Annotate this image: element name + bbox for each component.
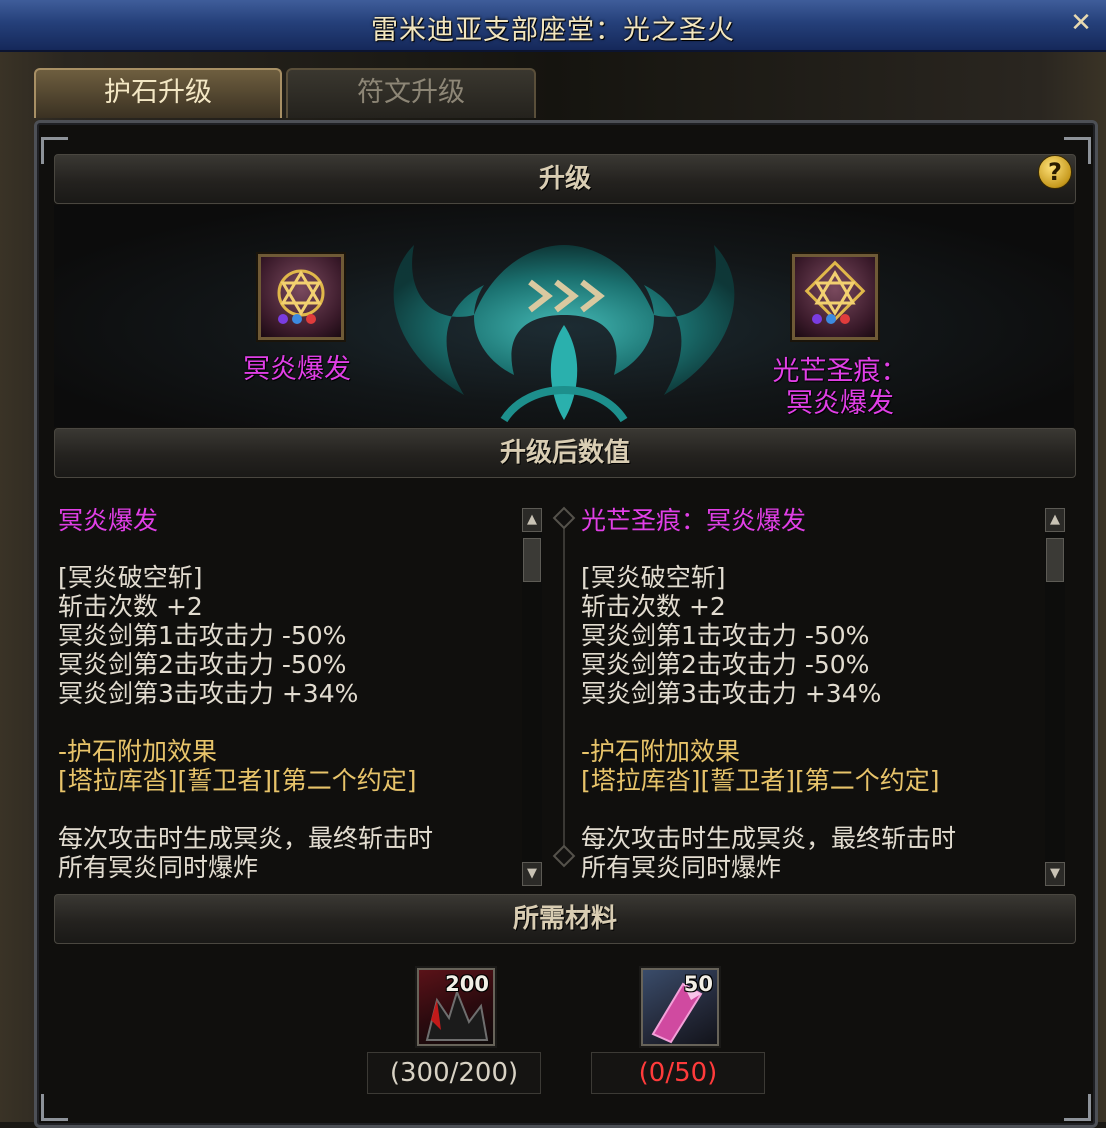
stat-line: 冥炎剑第1击攻击力 -50% — [581, 621, 870, 650]
close-icon[interactable]: ✕ — [1068, 10, 1094, 36]
stat-line: 冥炎剑第3击攻击力 +34% — [58, 679, 359, 708]
upgrade-arrow-icon — [528, 279, 605, 313]
stat-line: 冥炎剑第2击攻击力 -50% — [581, 650, 870, 679]
stat-line: [冥炎破空斩] — [581, 563, 726, 592]
scroll-thumb[interactable] — [1046, 538, 1064, 582]
tab-rune-upgrade[interactable]: 符文升级 — [286, 68, 536, 118]
bonus-title: -护石附加效果 — [58, 737, 218, 766]
stats-upgraded-title: 光芒圣痕：冥炎爆发 — [581, 506, 807, 535]
title-bar: 雷米迪亚支部座堂：光之圣火 ✕ — [0, 0, 1106, 52]
target-talisman-icon[interactable] — [792, 254, 878, 340]
stat-line: [冥炎破空斩] — [58, 563, 203, 592]
stat-line: 冥炎剑第1击攻击力 -50% — [58, 621, 347, 650]
bonus-set: [塔拉库沓][誓卫者][第二个约定] — [58, 766, 417, 795]
emblem-decoration — [393, 245, 735, 423]
target-talisman-name-line2: 冥炎爆发 — [786, 388, 894, 419]
window-title: 雷米迪亚支部座堂：光之圣火 — [371, 15, 735, 46]
target-talisman-name: 光芒圣痕： 冥炎爆发 — [740, 356, 940, 420]
scroll-up-icon[interactable]: ▲ — [1045, 508, 1065, 532]
desc-line: 所有冥炎同时爆炸 — [581, 853, 782, 882]
stats-current: 冥炎爆发 [冥炎破空斩] 斩击次数 +2 冥炎剑第1击攻击力 -50% 冥炎剑第… — [58, 506, 528, 906]
scroll-thumb[interactable] — [523, 538, 541, 582]
scroll-up-icon[interactable]: ▲ — [522, 508, 542, 532]
tab-talisman-upgrade[interactable]: 护石升级 — [34, 68, 282, 118]
scroll-down-icon[interactable]: ▼ — [522, 862, 542, 886]
help-icon[interactable]: ? — [1038, 155, 1072, 189]
bonus-title: -护石附加效果 — [581, 737, 741, 766]
stat-line: 冥炎剑第3击攻击力 +34% — [581, 679, 882, 708]
stat-line: 斩击次数 +2 — [581, 592, 726, 621]
desc-line: 所有冥炎同时爆炸 — [58, 853, 259, 882]
section-header-materials: 所需材料 — [54, 894, 1076, 944]
section-header-after-values: 升级后数值 — [54, 428, 1076, 478]
material-count: 200 — [445, 972, 489, 996]
stats-current-scrollbar[interactable]: ▲ ▼ — [522, 508, 542, 886]
bonus-set: [塔拉库沓][誓卫者][第二个约定] — [581, 766, 940, 795]
source-talisman-name: 冥炎爆发 — [243, 354, 351, 385]
stat-line: 斩击次数 +2 — [58, 592, 203, 621]
source-talisman-icon[interactable] — [258, 254, 344, 340]
desc-line: 每次攻击时生成冥炎，最终斩击时 — [581, 824, 957, 853]
target-talisman-name-line1: 光芒圣痕： — [772, 356, 908, 387]
frame-corner — [1064, 1094, 1091, 1121]
material-count: 50 — [683, 972, 713, 996]
material-essence-icon[interactable]: 200 — [417, 968, 495, 1046]
frame-corner — [41, 1094, 68, 1121]
scroll-down-icon[interactable]: ▼ — [1045, 862, 1065, 886]
material-crystal-icon[interactable]: 50 — [641, 968, 719, 1046]
stats-upgraded-scrollbar[interactable]: ▲ ▼ — [1045, 508, 1065, 886]
desc-line: 每次攻击时生成冥炎，最终斩击时 — [58, 824, 434, 853]
stat-line: 冥炎剑第2击攻击力 -50% — [58, 650, 347, 679]
material-progress: (0/50) — [591, 1052, 765, 1094]
section-header-upgrade: 升级 — [54, 154, 1076, 204]
stats-upgraded: 光芒圣痕：冥炎爆发 [冥炎破空斩] 斩击次数 +2 冥炎剑第1击攻击力 -50%… — [581, 506, 1051, 906]
column-divider — [563, 510, 565, 860]
stats-current-title: 冥炎爆发 — [58, 506, 159, 535]
material-progress: (300/200) — [367, 1052, 541, 1094]
